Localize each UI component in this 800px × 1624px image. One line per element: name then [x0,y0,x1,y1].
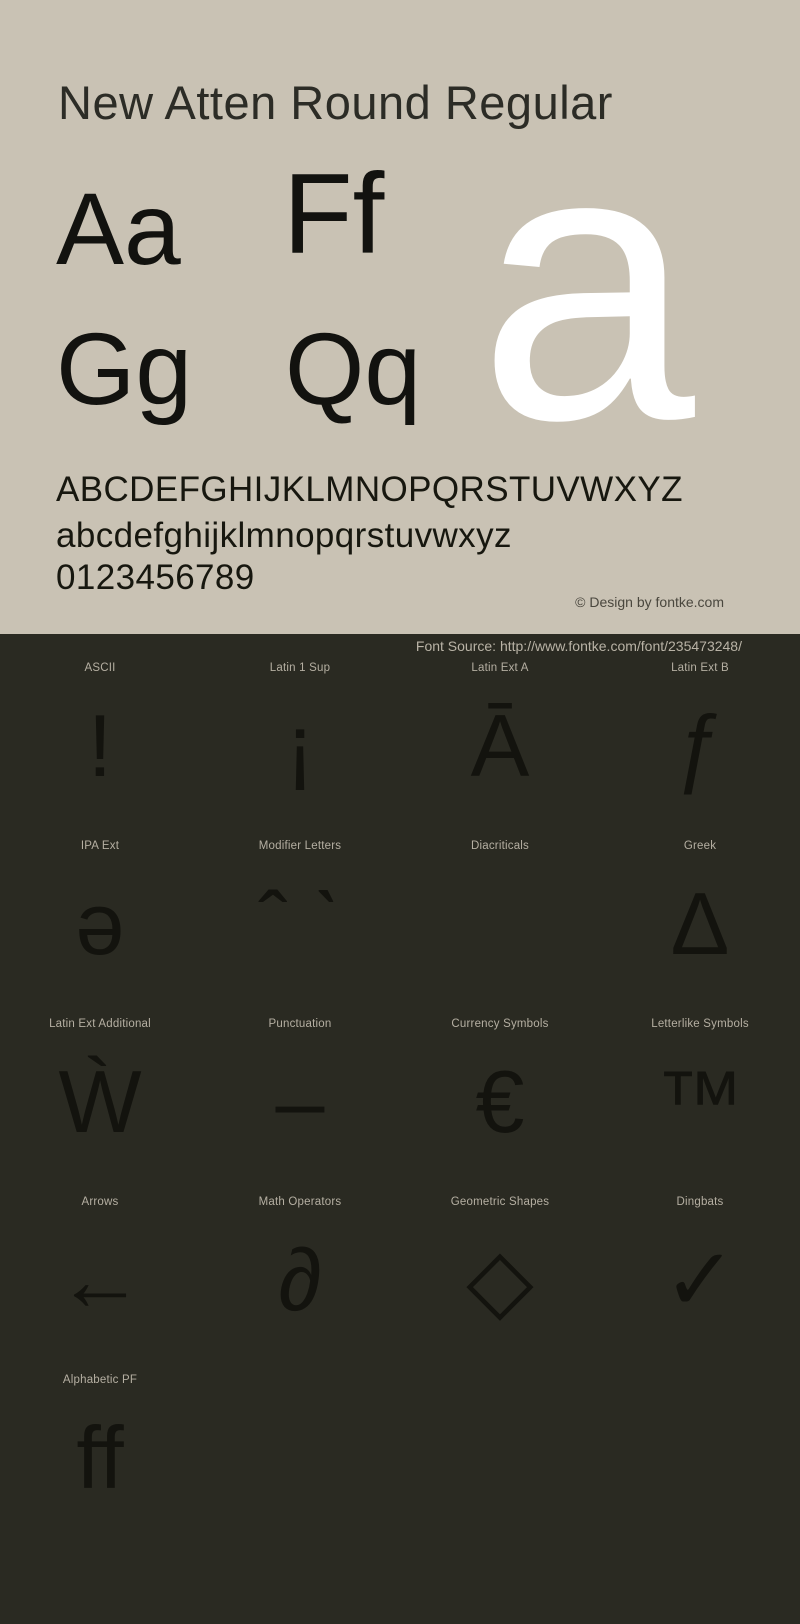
unicode-block-glyph: Δ [670,874,730,973]
showcase-glyph-container: a [478,150,778,430]
unicode-block-cell: Currency Symbols € [400,1010,600,1188]
font-title: New Atten Round Regular [58,76,613,130]
unicode-block-cell-empty [200,1366,400,1544]
unicode-block-label: Alphabetic PF [62,1374,138,1386]
unicode-block-glyph: ™ [656,1052,744,1151]
unicode-block-glyph: € [475,1052,525,1151]
unicode-block-label: IPA Ext [80,840,120,852]
alphabet-lowercase: abcdefghijklmnopqrstuvwxyz [56,516,512,555]
unicode-block-glyph: – [275,1052,325,1151]
unicode-block-cell: Punctuation – [200,1010,400,1188]
unicode-block-cell: Alphabetic PF ff [0,1366,200,1544]
unicode-block-glyph: ! [87,696,113,795]
alphabet-uppercase: ABCDEFGHIJKLMNOPQRSTUVWXYZ [56,470,683,509]
unicode-block-glyph: ✓ [663,1230,737,1329]
unicode-block-label: ASCII [84,662,116,674]
letter-pair-ff: Ff [283,151,385,278]
unicode-block-glyph: ˆ ˋ [258,874,342,973]
unicode-block-cell: Arrows ← [0,1188,200,1366]
unicode-block-label: Geometric Shapes [450,1196,550,1208]
unicode-block-label: Diacriticals [471,840,529,852]
showcase-glyph: a [478,150,695,430]
unicode-block-label: Latin Ext Additional [49,1018,151,1030]
unicode-block-label: Dingbats [676,1196,724,1208]
unicode-block-cell: Latin Ext B ƒ [600,654,800,832]
unicode-block-cell: Latin 1 Sup ¡ [200,654,400,832]
unicode-block-label: Letterlike Symbols [651,1018,749,1030]
unicode-block-label: Math Operators [258,1196,342,1208]
letter-pair-gg: Gg [56,312,193,426]
unicode-block-glyph [400,854,600,994]
unicode-block-cell: Latin Ext Additional Ẁ [0,1010,200,1188]
unicode-block-glyph: ¡ [285,696,315,795]
unicode-block-glyph: ◇ [466,1230,534,1329]
unicode-block-cell: Letterlike Symbols ™ [600,1010,800,1188]
unicode-block-cell: Greek Δ [600,832,800,1010]
unicode-block-cell: Modifier Letters ˆ ˋ [200,832,400,1010]
unicode-block-cell: Math Operators ∂ [200,1188,400,1366]
copyright-notice: © Design by fontke.com [575,594,724,610]
unicode-block-label: Punctuation [268,1018,332,1030]
font-source-url: Font Source: http://www.fontke.com/font/… [415,638,742,654]
unicode-block-label: Latin Ext A [471,662,529,674]
unicode-block-glyph: Ā [470,696,530,795]
unicode-block-label: Latin 1 Sup [269,662,331,674]
unicode-block-glyph: ← [56,1230,144,1329]
unicode-blocks-panel: Font Source: http://www.fontke.com/font/… [0,634,800,1624]
unicode-block-label: Latin Ext B [671,662,729,674]
unicode-block-cell: Geometric Shapes ◇ [400,1188,600,1366]
unicode-block-cell: IPA Ext ə [0,832,200,1010]
unicode-block-glyph: ∂ [278,1230,322,1329]
unicode-block-cell: ASCII! [0,654,200,832]
letter-pair-qq: Qq [285,312,422,426]
unicode-block-glyph: ff [76,1408,124,1507]
unicode-block-grid: ASCII! Latin 1 Sup ¡ Latin Ext A Ā Latin Ext … [0,654,800,1544]
unicode-block-glyph: Ẁ [58,1052,142,1151]
font-specimen-page: New Atten Round Regular Aa Ff Gg Qq a AB… [0,0,800,1624]
unicode-block-cell: Diacriticals [400,832,600,1010]
unicode-block-label: Modifier Letters [258,840,342,852]
unicode-block-cell: Dingbats ✓ [600,1188,800,1366]
unicode-block-glyph: ə [75,874,125,973]
unicode-block-label: Arrows [81,1196,119,1208]
unicode-block-label: Currency Symbols [451,1018,549,1030]
unicode-block-cell-empty [400,1366,600,1544]
unicode-block-cell-empty [600,1366,800,1544]
digits-row: 0123456789 [56,558,255,597]
unicode-block-label: Greek [683,840,717,852]
unicode-block-glyph: ƒ [675,696,725,795]
letter-pair-aa: Aa [56,172,181,286]
unicode-block-cell: Latin Ext A Ā [400,654,600,832]
specimen-panel: New Atten Round Regular Aa Ff Gg Qq a AB… [0,0,800,634]
